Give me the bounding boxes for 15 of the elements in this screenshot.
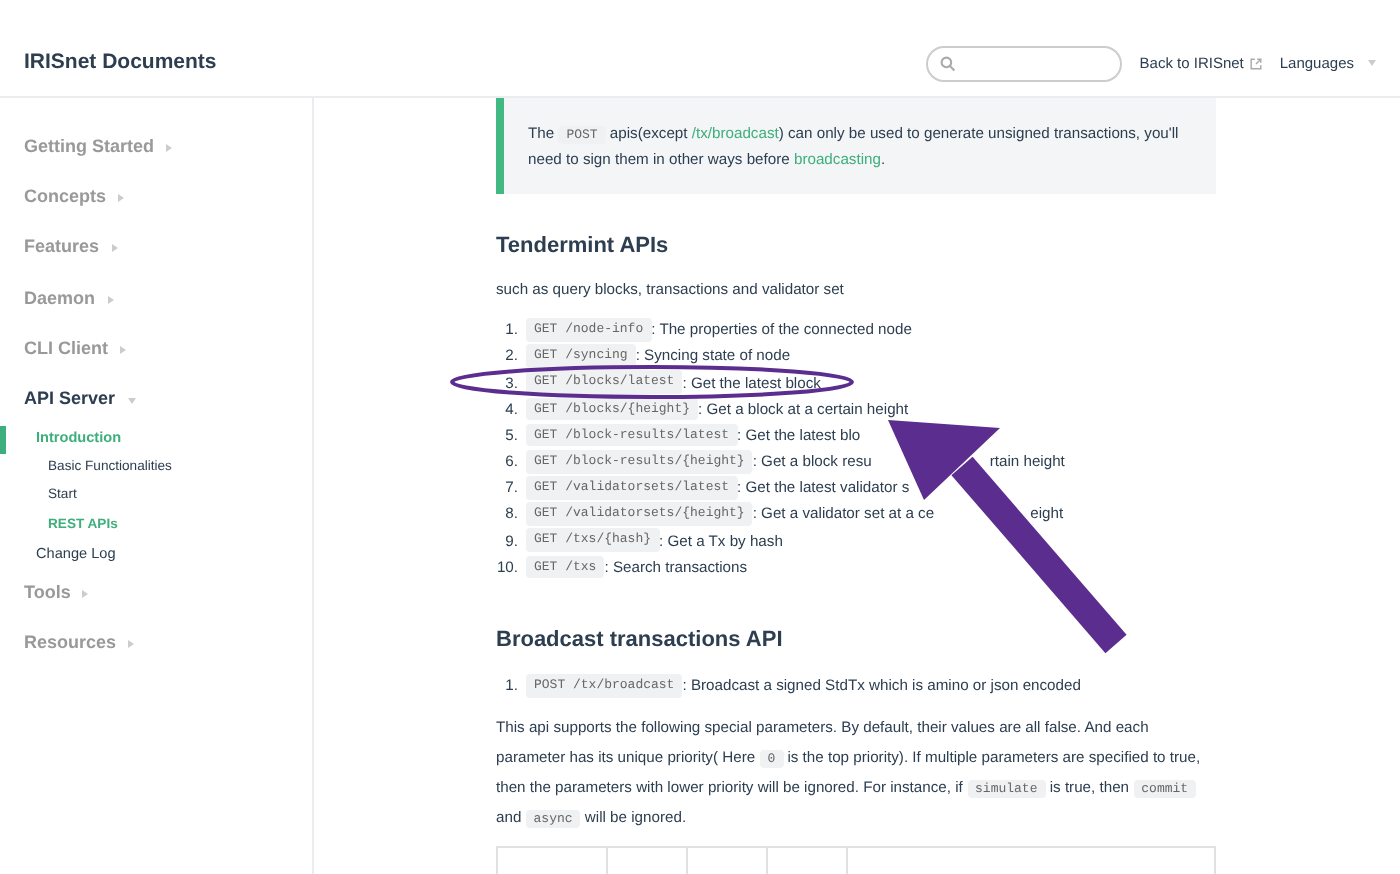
sidebar-group[interactable]: Tools — [0, 568, 312, 620]
sidebar-group[interactable]: Resources — [0, 619, 312, 670]
section-heading: Broadcast transactions API — [496, 628, 785, 655]
sidebar-group[interactable]: CLI Client — [0, 324, 312, 375]
search-icon — [939, 55, 956, 71]
sidebar-group[interactable]: Daemon — [0, 273, 312, 325]
search-field[interactable] — [925, 45, 1122, 81]
external-link-icon — [1249, 57, 1262, 69]
caret-icon — [1368, 60, 1376, 66]
section-heading: Tendermint APIs — [496, 233, 671, 260]
sidebar-group[interactable]: API Server — [0, 374, 312, 426]
sidebar-group[interactable]: Concepts — [0, 172, 312, 224]
sidebar-group[interactable]: Features — [0, 223, 312, 274]
site-title[interactable]: IRISnet Documents — [24, 47, 217, 79]
sidebar-group[interactable]: Getting Started — [0, 122, 312, 173]
